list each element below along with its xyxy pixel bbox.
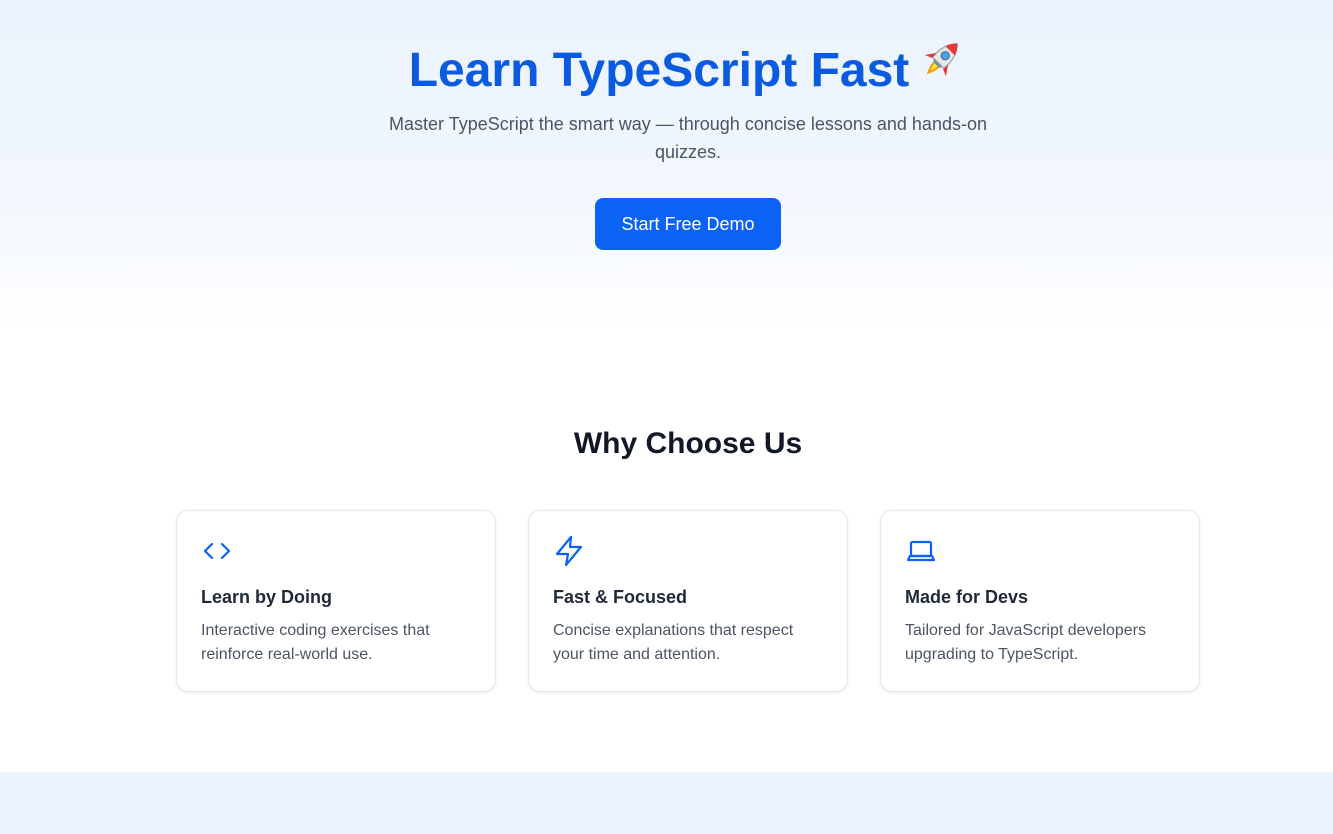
laptop-icon bbox=[905, 535, 937, 567]
hero-title: Learn TypeScript Fast bbox=[0, 40, 1333, 107]
card-text: Tailored for JavaScript developers upgra… bbox=[905, 622, 1147, 663]
card-title: Made for Devs bbox=[905, 587, 1029, 607]
card-title: Fast & Focused bbox=[553, 587, 688, 607]
card-text: Interactive coding exercises that reinfo… bbox=[201, 622, 430, 663]
feature-card-fast-focused: Fast & Focused Concise explanations that… bbox=[528, 510, 848, 692]
code-icon bbox=[201, 535, 233, 567]
lightning-icon bbox=[553, 535, 585, 567]
hero-subtitle: Master TypeScript the smart way — throug… bbox=[389, 114, 987, 162]
hero-section: Learn TypeScript Fast Master TypeScript … bbox=[0, 0, 1333, 330]
hero-title-text: Learn TypeScript Fast bbox=[408, 44, 910, 98]
card-text: Concise explanations that respect your t… bbox=[553, 622, 794, 663]
card-title: Learn by Doing bbox=[201, 587, 333, 607]
feature-card-learn-by-doing: Learn by Doing Interactive coding exerci… bbox=[176, 510, 496, 692]
section-title: Why Choose Us bbox=[573, 427, 803, 460]
feature-card-made-for-devs: Made for Devs Tailored for JavaScript de… bbox=[880, 510, 1200, 692]
start-free-demo-button[interactable]: Start Free Demo bbox=[595, 198, 781, 250]
rocket-icon bbox=[915, 34, 967, 101]
next-section-band bbox=[0, 772, 1333, 834]
